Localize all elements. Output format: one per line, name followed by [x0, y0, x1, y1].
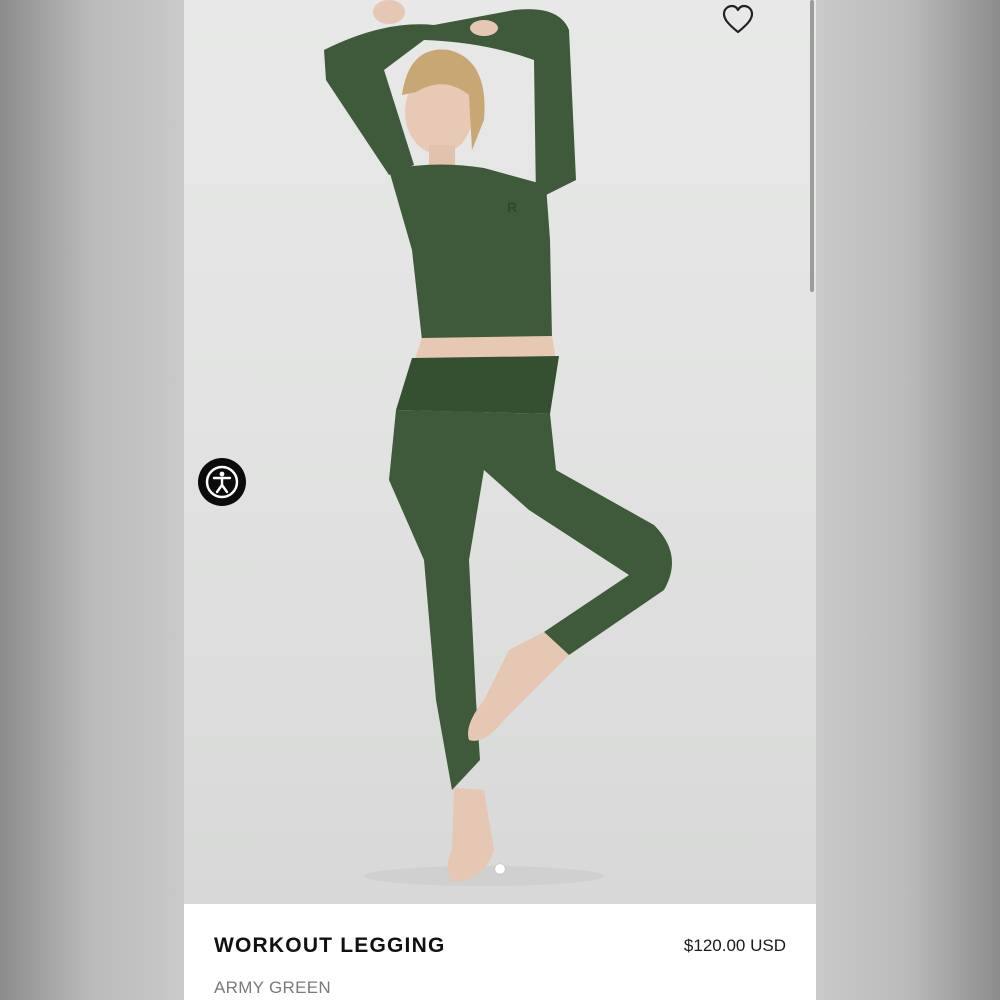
product-title: WORKOUT LEGGING [214, 934, 446, 957]
product-color: ARMY GREEN [214, 978, 331, 997]
product-info: WORKOUT LEGGING $120.00 USD ARMY GREEN [184, 904, 816, 1000]
carousel-dot-active[interactable] [495, 864, 505, 874]
carousel-dots [184, 864, 816, 874]
model-illustration: R [324, 0, 672, 886]
product-price: $120.00 USD [683, 936, 786, 955]
wishlist-heart-icon[interactable] [720, 4, 756, 36]
svg-text:R: R [507, 199, 517, 215]
page-scrollbar[interactable] [810, 0, 814, 292]
product-image[interactable]: R [184, 0, 816, 904]
accessibility-icon[interactable] [198, 458, 246, 506]
product-page: R WORKOUT LEGGING $120.00 USD ARMY GREEN [184, 0, 816, 1000]
